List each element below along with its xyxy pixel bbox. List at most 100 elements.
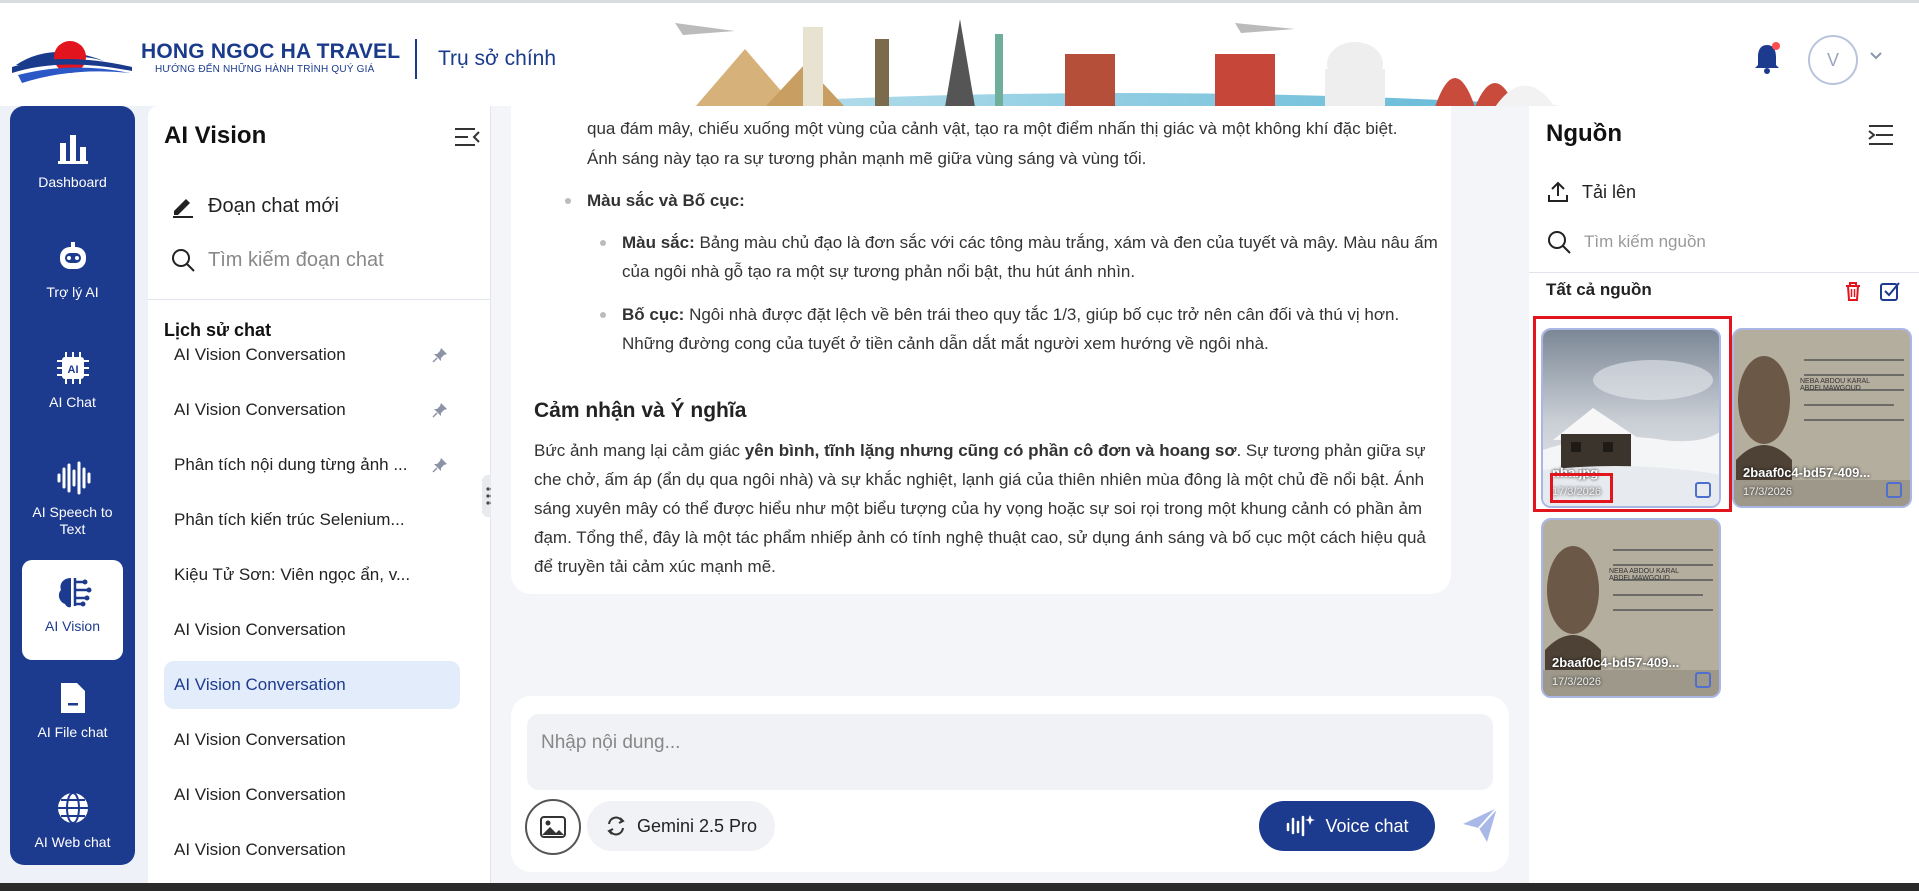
- globe-icon: [51, 786, 95, 830]
- logo-icon: [12, 41, 132, 83]
- new-chat-label: Đoạn chat mới: [208, 194, 339, 217]
- history-item-label: AI Vision Conversation: [174, 620, 346, 639]
- divider: [1529, 272, 1919, 273]
- source-thumbnail[interactable]: NEBA ABDOU KARAL ABDELMAWGOUD 2baaf0c4-b…: [1732, 328, 1912, 508]
- thumbnail-checkbox[interactable]: [1695, 672, 1711, 688]
- nav-label: Trợ lý AI: [46, 284, 99, 300]
- search-chat-input[interactable]: Tìm kiếm đoạn chat: [170, 240, 384, 280]
- answer-sub-bullet: Bố cục: Ngôi nhà được đặt lệch về bên tr…: [600, 300, 1452, 358]
- svg-text:AI: AI: [67, 364, 78, 376]
- divider: [148, 299, 490, 300]
- history-item[interactable]: AI Vision Conversation: [164, 716, 460, 764]
- nav-label: Dashboard: [38, 174, 107, 190]
- nav-label: AI Speech to Text: [32, 504, 113, 537]
- answer-bullet: Màu sắc và Bố cục:: [565, 186, 1447, 215]
- nav-label: AI Web chat: [34, 834, 111, 850]
- trash-icon[interactable]: [1842, 280, 1864, 302]
- para-bold: yên bình, tĩnh lặng nhưng cũng có phần c…: [744, 441, 1237, 460]
- message-composer: Nhập nội dung... Gemini 2.5 Pro Voice ch…: [511, 696, 1509, 872]
- bullet-label: Màu sắc:: [622, 233, 695, 252]
- bullet-heading: Màu sắc và Bố cục:: [587, 191, 745, 210]
- answer-text: qua đám mây, chiếu xuống một vùng của cả…: [587, 119, 1398, 138]
- main-chat-area: qua đám mây, chiếu xuống một vùng của cả…: [491, 106, 1529, 891]
- attach-image-button[interactable]: [525, 799, 581, 855]
- notification-bell-icon[interactable]: [1752, 41, 1782, 75]
- bar-chart-icon: [51, 126, 95, 170]
- source-thumbnail[interactable]: NEBA ABDOU KARAL ABDELMAWGOUD 2baaf0c4-b…: [1541, 518, 1721, 698]
- bullet-text: Bảng màu chủ đạo là đơn sắc với các tông…: [622, 233, 1438, 281]
- select-all-checkbox-icon[interactable]: [1879, 280, 1901, 302]
- file-icon: [51, 676, 95, 720]
- nav-ai-vision[interactable]: AI Vision: [22, 560, 123, 660]
- main-nav: Dashboard Trợ lý AI AI AI Chat AI Speech…: [10, 106, 135, 865]
- nav-speech-to-text[interactable]: AI Speech to Text: [22, 446, 123, 546]
- voice-chat-button[interactable]: Voice chat: [1259, 801, 1435, 851]
- para-text: Bức ảnh mang lại cảm giác: [534, 441, 745, 460]
- brand-name: HONG NGOC HA TRAVEL: [141, 40, 401, 63]
- nav-ai-assistant[interactable]: Trợ lý AI: [22, 226, 123, 326]
- user-avatar[interactable]: V: [1808, 35, 1858, 85]
- history-item[interactable]: AI Vision Conversation: [164, 331, 460, 379]
- model-selector[interactable]: Gemini 2.5 Pro: [587, 801, 776, 851]
- answer-text: Ánh sáng này tạo ra sự tương phản mạnh m…: [587, 149, 1147, 168]
- history-item[interactable]: AI Vision Conversation: [164, 661, 460, 709]
- search-chat-placeholder: Tìm kiếm đoạn chat: [208, 248, 384, 271]
- upload-button[interactable]: Tải lên: [1546, 174, 1636, 210]
- bullet-text: Ngôi nhà được đặt lệch về bên trái theo …: [622, 305, 1400, 353]
- search-icon: [1548, 231, 1571, 254]
- nav-file-chat[interactable]: AI File chat: [22, 666, 123, 766]
- thumbnail-date: 17/3/2026: [1552, 676, 1601, 688]
- collapse-panel-icon[interactable]: [1867, 122, 1897, 148]
- office-label[interactable]: Trụ sở chính: [438, 47, 556, 71]
- history-item[interactable]: AI Vision Conversation: [164, 771, 460, 819]
- pin-icon[interactable]: [432, 457, 448, 473]
- history-item-label: Phân tích nội dung từng ảnh ...: [174, 455, 408, 474]
- pin-icon[interactable]: [432, 347, 448, 363]
- nav-dashboard[interactable]: Dashboard: [22, 116, 123, 216]
- chat-sidebar: AI Vision Đoạn chat mới Tìm kiếm đoạn ch…: [148, 106, 491, 885]
- collapse-sidebar-icon[interactable]: [453, 125, 481, 149]
- image-icon: [540, 816, 566, 838]
- send-icon[interactable]: [1459, 804, 1501, 846]
- robot-icon: [51, 236, 95, 280]
- edit-pen-icon: [173, 199, 193, 218]
- thumbnail-checkbox[interactable]: [1886, 482, 1902, 498]
- history-item[interactable]: Phân tích nội dung từng ảnh ...: [164, 441, 460, 489]
- thumbnail-name: 2baaf0c4-bd57-409...: [1552, 655, 1680, 670]
- history-item-label: Kiệu Tử Sơn: Viên ngọc ẩn, v...: [174, 565, 411, 584]
- search-sources-input[interactable]: Tìm kiếm nguồn: [1546, 222, 1706, 262]
- answer-paragraph: Bức ảnh mang lại cảm giác yên bình, tĩnh…: [534, 436, 1434, 581]
- pin-icon[interactable]: [432, 402, 448, 418]
- history-item[interactable]: AI Vision Conversation: [164, 386, 460, 434]
- chevron-down-icon[interactable]: [1868, 47, 1884, 63]
- history-item[interactable]: Kiệu Tử Sơn: Viên ngọc ẩn, v...: [164, 551, 460, 599]
- history-item-label: Phân tích kiến trúc Selenium...: [174, 510, 405, 529]
- all-sources-label: Tất cả nguồn: [1546, 280, 1652, 299]
- thumbnail-date: 17/3/2026: [1743, 486, 1792, 498]
- message-input[interactable]: Nhập nội dung...: [527, 714, 1493, 790]
- upload-label: Tải lên: [1582, 181, 1637, 202]
- nav-label: AI File chat: [37, 724, 108, 740]
- top-header: HONG NGOC HA TRAVEL HƯỚNG ĐẾN NHỮNG HÀNH…: [0, 0, 1919, 107]
- nav-web-chat[interactable]: AI Web chat: [22, 776, 123, 865]
- section-title: Cảm nhận và Ý nghĩa: [534, 399, 747, 422]
- new-chat-button[interactable]: Đoạn chat mới: [170, 186, 339, 226]
- history-item[interactable]: AI Vision Conversation: [164, 606, 460, 654]
- history-item-label: AI Vision Conversation: [174, 675, 346, 694]
- para-text: . Sự tương phản giữa sự che chở, ấm áp (…: [534, 441, 1426, 576]
- id-card-mrz: NEBA ABDOU KARAL ABDELMAWGOUD: [1800, 378, 1870, 392]
- id-card-image: [1543, 520, 1719, 696]
- os-taskbar: [0, 883, 1919, 891]
- ai-chip-icon: AI: [51, 346, 95, 390]
- upload-icon: [1548, 181, 1568, 202]
- id-card-mrz: NEBA ABDOU KARAL ABDELMAWGOUD: [1609, 568, 1679, 582]
- history-item[interactable]: AI Vision Conversation: [164, 826, 460, 874]
- header-divider: [415, 39, 417, 79]
- history-item[interactable]: Phân tích kiến trúc Selenium...: [164, 496, 460, 544]
- highlight-box-date: [1550, 473, 1613, 503]
- nav-ai-chat[interactable]: AI AI Chat: [22, 336, 123, 436]
- id-card-image: [1734, 330, 1910, 506]
- history-item-label: AI Vision Conversation: [174, 785, 346, 804]
- answer-sub-bullet: Màu sắc: Bảng màu chủ đạo là đơn sắc với…: [600, 228, 1452, 286]
- voice-chat-label: Voice chat: [1325, 815, 1409, 836]
